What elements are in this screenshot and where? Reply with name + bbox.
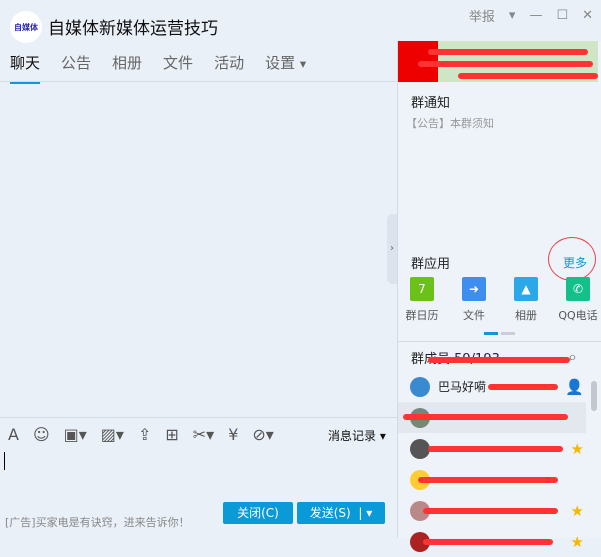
divider [398,341,601,342]
settings-label: 设置 [265,54,296,72]
close-icon[interactable]: ✕ [582,8,593,23]
image-icon[interactable]: ▨▾ [101,425,124,444]
divider [0,417,397,418]
collapse-panel-handle[interactable]: › [387,214,397,284]
member-item[interactable]: ★ [398,495,586,526]
report-button[interactable]: 举报 [469,6,495,25]
message-input[interactable] [4,452,5,470]
group-title: 自媒体新媒体运营技巧 [48,19,218,39]
apps-list: 7 群日历 ➜ 文件 ▲ 相册 ✆ QQ电话 [402,277,598,323]
gif-icon[interactable]: ▣▾ [64,425,87,444]
scrollbar[interactable] [591,381,597,411]
ad-banner[interactable] [398,41,598,82]
ad-text[interactable]: [广告]买家电是有诀窍，进来告诉你！ [5,514,190,530]
app-album[interactable]: ▲ 相册 [506,277,546,323]
notice-body[interactable]: 【公告】本群须知 [406,115,494,131]
apps-title: 群应用 [411,257,451,272]
app-label: 文件 [463,309,485,322]
emoji-icon[interactable]: ☺ [33,425,50,444]
minimize-icon[interactable]: — [529,8,542,23]
history-label: 消息记录 [328,429,377,443]
folder-icon: ➜ [462,277,486,301]
send-button[interactable]: 发送(S) | ▾ [297,502,385,524]
tab-announcement[interactable]: 公告 [61,52,91,84]
right-panel: 群通知 【公告】本群须知 群应用 更多 7 群日历 ➜ 文件 ▲ 相册 ✆ QQ电话 群… [397,41,601,552]
member-name: 巴马好嗬 [438,380,487,394]
image-icon: ▲ [514,277,538,301]
app-label: QQ电话 [558,309,598,322]
member-item[interactable] [398,464,586,495]
font-icon[interactable]: A [8,425,19,444]
admin-star-icon: ★ [570,439,584,458]
message-history-button[interactable]: 消息记录 ▾ [328,427,386,444]
member-item[interactable]: 巴马好嗬 👤 [398,371,586,402]
tab-album[interactable]: 相册 [112,52,142,84]
input-toolbar: A ☺ ▣▾ ▨▾ ⇪ ⊞ ✂▾ ¥ ⊘▾ [8,425,274,444]
gift-icon[interactable]: ⊞ [165,425,178,444]
app-calendar[interactable]: 7 群日历 [402,277,442,323]
dropdown-icon[interactable]: ▾ [509,8,516,23]
app-label: 群日历 [405,309,439,322]
admin-star-icon: ★ [570,532,584,551]
upload-icon[interactable]: ⇪ [138,425,151,444]
scissors-icon[interactable]: ✂▾ [193,425,214,444]
window-controls: 举报 ▾ — ☐ ✕ [469,6,593,25]
page-indicator[interactable] [484,332,515,335]
app-files[interactable]: ➜ 文件 [454,277,494,323]
phone-icon: ✆ [566,277,590,301]
tab-files[interactable]: 文件 [163,52,193,84]
owner-icon: 👤 [565,377,584,396]
member-item[interactable]: ★ [398,433,586,464]
close-button[interactable]: 关闭(C) [223,502,293,524]
tab-settings[interactable]: 设置 ▾ [265,52,306,84]
send-label: 发送(S) [309,506,351,520]
calendar-icon: 7 [410,277,434,301]
group-avatar[interactable]: 自媒体 [10,11,42,43]
app-qq-call[interactable]: ✆ QQ电话 [558,277,598,323]
notice-title: 群通知 [411,96,451,111]
divider [0,81,397,82]
search-icon[interactable]: ⌕ [568,347,577,367]
tab-bar: 聊天 公告 相册 文件 活动 设置 ▾ [10,52,306,84]
tab-chat[interactable]: 聊天 [10,52,41,84]
tab-activity[interactable]: 活动 [214,52,244,84]
app-label: 相册 [515,309,537,322]
admin-star-icon: ★ [570,501,584,520]
member-item[interactable]: ★ [398,526,586,557]
maximize-icon[interactable]: ☐ [556,8,568,23]
more-apps-link[interactable]: 更多 [563,254,587,271]
member-item[interactable] [398,402,586,433]
red-packet-icon[interactable]: ¥ [228,425,238,444]
block-message-icon[interactable]: ⊘▾ [252,425,273,444]
member-list: 巴马好嗬 👤 ★ ★ ★ [398,371,586,557]
